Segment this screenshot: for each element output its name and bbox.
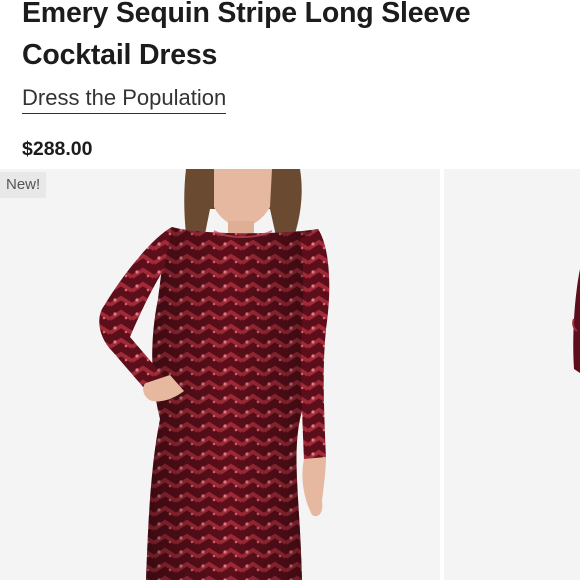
product-page: Emery Sequin Stripe Long Sleeve Cocktail… <box>0 0 580 580</box>
model-dress-illustration-partial <box>572 269 580 373</box>
product-image-next[interactable] <box>444 169 580 580</box>
product-image-main[interactable]: New! <box>0 169 440 580</box>
brand-link[interactable]: Dress the Population <box>22 84 227 114</box>
product-price: $288.00 <box>22 138 93 160</box>
new-badge: New! <box>0 172 47 198</box>
model-dress-illustration <box>99 169 330 580</box>
product-title: Emery Sequin Stripe Long Sleeve Cocktail… <box>22 0 471 71</box>
product-image-gallery: New! <box>0 169 580 580</box>
